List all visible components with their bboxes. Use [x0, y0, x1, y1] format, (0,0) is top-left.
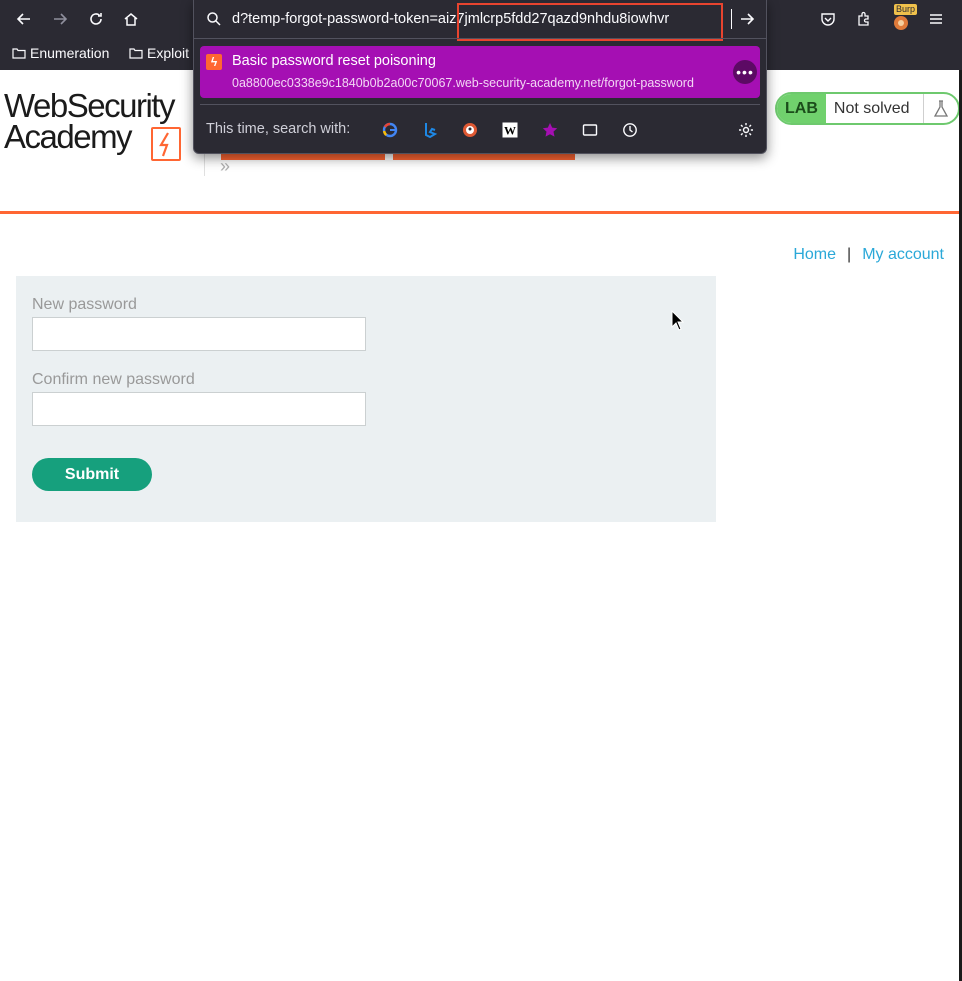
- suggestion-title: Basic password reset poisoning: [232, 53, 436, 69]
- my-account-link[interactable]: My account: [862, 246, 944, 263]
- text-caret: [731, 9, 732, 29]
- url-dropdown: d?temp-forgot-password-token=aiz7jmlcrp5…: [193, 0, 767, 154]
- reload-icon: [90, 13, 102, 25]
- header-rule: [0, 211, 962, 214]
- more-options-icon[interactable]: •••: [733, 60, 757, 84]
- search-icon: [207, 12, 221, 26]
- lab-label: LAB: [777, 94, 826, 123]
- puzzle-icon: [858, 11, 869, 26]
- web-security-academy-logo[interactable]: WebSecurity Academy: [4, 87, 200, 161]
- folder-icon: [12, 48, 26, 59]
- menu-button[interactable]: [924, 7, 948, 31]
- wikipedia-icon[interactable]: W: [501, 121, 519, 139]
- nav-separator: |: [847, 246, 852, 263]
- back-arrow-icon: [16, 13, 30, 25]
- lab-status-badge: LAB Not solved: [775, 92, 961, 125]
- google-icon[interactable]: [381, 121, 399, 139]
- logo-lightning-icon: [151, 127, 181, 161]
- bookmark-label: Exploit: [147, 45, 190, 61]
- address-bar[interactable]: d?temp-forgot-password-token=aiz7jmlcrp5…: [194, 0, 766, 38]
- top-nav: Home | My account: [793, 246, 944, 264]
- suggestion-url: 0a8800ec0338e9c1840b0b2a00c70067.web-sec…: [232, 76, 694, 90]
- new-password-label: New password: [32, 296, 137, 313]
- bookmark-enumeration[interactable]: Enumeration: [12, 45, 109, 61]
- svg-text:W: W: [504, 124, 516, 138]
- bookmark-exploit[interactable]: Exploit: [129, 45, 189, 61]
- lightning-favicon-icon: ϟ: [206, 54, 222, 70]
- pocket-button[interactable]: [816, 7, 840, 31]
- forward-arrow-icon: [54, 13, 68, 25]
- bing-icon[interactable]: [421, 121, 439, 139]
- back-button[interactable]: [12, 7, 36, 31]
- pocket-icon: [821, 13, 835, 26]
- burp-label: Burp: [894, 4, 918, 15]
- extensions-button[interactable]: [852, 7, 876, 31]
- confirm-password-label: Confirm new password: [32, 371, 195, 388]
- tabs-icon[interactable]: [581, 121, 599, 139]
- confirm-password-input[interactable]: [32, 392, 366, 426]
- go-button[interactable]: [736, 8, 758, 30]
- search-settings-gear-icon[interactable]: [737, 121, 755, 139]
- new-password-input[interactable]: [32, 317, 366, 351]
- page-content: WebSecurity Academy » LAB Not solved Hom…: [0, 70, 962, 981]
- history-icon[interactable]: [621, 121, 639, 139]
- url-divider: [194, 38, 766, 39]
- url-suggestion-item[interactable]: ϟ Basic password reset poisoning 0a8800e…: [200, 46, 760, 98]
- home-button[interactable]: [119, 7, 143, 31]
- reset-password-form: New password Confirm new password Submit: [16, 276, 716, 522]
- bookmarks-star-icon[interactable]: [541, 121, 559, 139]
- logo-line1: WebSecurity: [4, 87, 175, 124]
- hamburger-menu-icon: [930, 14, 942, 24]
- search-with-divider: [200, 104, 760, 105]
- address-input[interactable]: d?temp-forgot-password-token=aiz7jmlcrp5…: [232, 8, 712, 30]
- submit-button[interactable]: Submit: [32, 458, 152, 491]
- duckduckgo-icon[interactable]: [461, 121, 479, 139]
- forward-button[interactable]: [48, 7, 72, 31]
- home-link[interactable]: Home: [793, 246, 836, 263]
- reload-button[interactable]: [84, 7, 108, 31]
- go-arrow-icon: [741, 13, 755, 25]
- flask-icon: [924, 94, 958, 123]
- bookmark-label: Enumeration: [30, 45, 110, 61]
- home-icon: [124, 13, 138, 26]
- lab-status: Not solved: [826, 94, 925, 123]
- search-with-label: This time, search with:: [206, 121, 351, 137]
- double-chevron-icon[interactable]: »: [220, 156, 230, 177]
- folder-icon: [129, 48, 143, 59]
- mouse-cursor-icon: [671, 310, 685, 331]
